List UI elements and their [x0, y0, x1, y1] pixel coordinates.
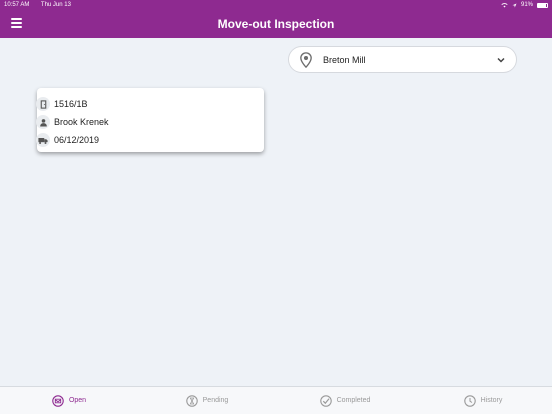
open-icon: [52, 394, 64, 407]
moving-truck-icon: [36, 133, 50, 147]
pending-icon: [185, 394, 198, 407]
tab-completed-label: Completed: [336, 397, 371, 404]
wifi-icon: [501, 3, 508, 8]
tab-history-label: History: [480, 397, 503, 404]
card-unit: 1516/1B: [54, 99, 88, 109]
location-pin-icon: [300, 51, 312, 68]
status-bar-right: 91%: [501, 2, 548, 8]
tab-pending-label: Pending: [202, 397, 229, 404]
card-date: 06/12/2019: [54, 135, 100, 145]
status-time: 10:57 AM: [4, 2, 30, 8]
location-arrow-icon: [512, 3, 517, 7]
tab-open[interactable]: Open: [0, 387, 138, 414]
tab-history[interactable]: History: [414, 387, 552, 414]
battery-icon: [537, 2, 548, 8]
history-icon: [463, 394, 476, 407]
tab-open-label: Open: [68, 397, 87, 404]
door-icon: [36, 97, 50, 111]
tab-pending[interactable]: Pending: [138, 387, 276, 414]
nav-bar: Move-out Inspection: [0, 10, 552, 38]
location-dropdown[interactable]: Breton Mill: [288, 46, 517, 73]
page-title: Move-out Inspection: [217, 17, 335, 31]
card-resident-row: Brook Krenek: [36, 113, 264, 131]
person-icon: [36, 115, 50, 129]
card-unit-row: 1516/1B: [36, 95, 264, 113]
hamburger-icon[interactable]: [11, 18, 22, 28]
status-bar-left: 10:57 AM Thu Jun 13: [4, 2, 81, 8]
chevron-down-icon: [497, 57, 505, 63]
tab-bar: Open Pending Completed History: [0, 386, 552, 414]
tab-completed[interactable]: Completed: [276, 387, 414, 414]
location-value: Breton Mill: [323, 54, 366, 65]
status-bar: 10:57 AM Thu Jun 13 91%: [0, 0, 552, 10]
battery-percent: 91%: [520, 2, 533, 8]
check-icon: [319, 394, 332, 407]
inspection-card[interactable]: 1516/1B Brook Krenek 06/12/2019: [36, 88, 264, 152]
card-resident: Brook Krenek: [54, 117, 109, 127]
card-date-row: 06/12/2019: [36, 131, 264, 149]
status-date: Thu Jun 13: [40, 2, 71, 8]
